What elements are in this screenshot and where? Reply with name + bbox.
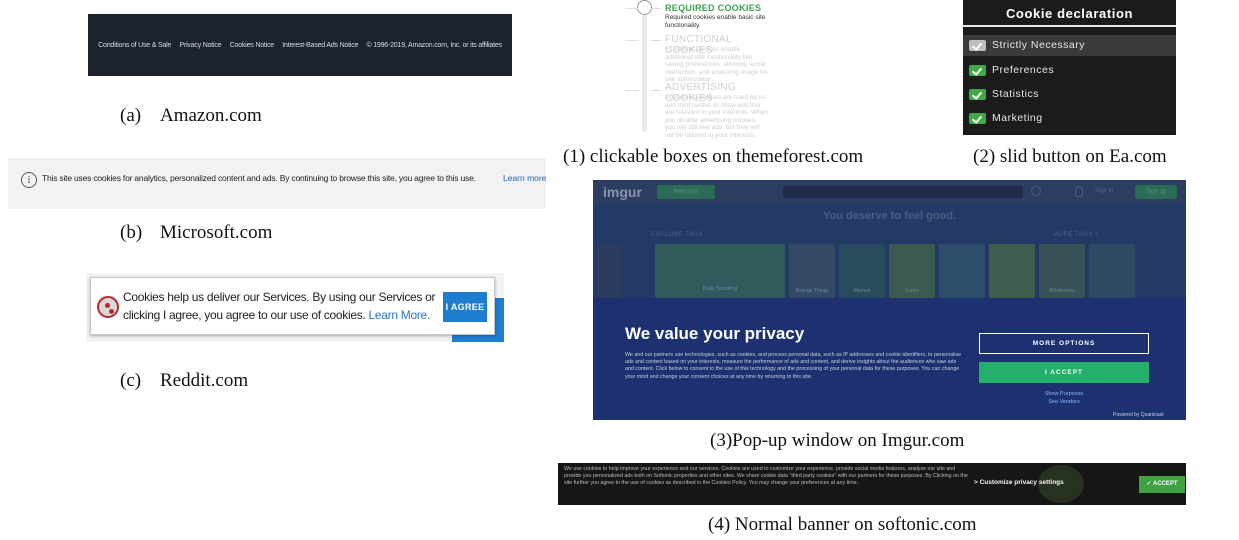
- imgur-screenshot: imgur New post Sign in Sign up You deser…: [593, 180, 1186, 420]
- imgur-sign-in-link[interactable]: Sign in: [1095, 188, 1113, 194]
- imgur-see-vendors-link[interactable]: See Vendors: [979, 399, 1149, 405]
- caption-reddit: (c) Reddit.com: [120, 370, 248, 392]
- ea-option-label: Strictly Necessary: [992, 39, 1086, 51]
- cookie-icon: [97, 296, 119, 318]
- reddit-cookie-banner: Cookies help us deliver our Services. By…: [90, 277, 495, 335]
- ea-option-preferences[interactable]: Preferences: [963, 60, 1176, 81]
- caption-microsoft: (b) Microsoft.com: [120, 222, 272, 244]
- reddit-learn-more-link[interactable]: Learn More.: [369, 308, 431, 322]
- amazon-footer-banner: Conditions of Use & Sale Privacy Notice …: [88, 14, 512, 76]
- caption-letter: (b): [120, 222, 143, 243]
- slider-tick: [625, 8, 639, 9]
- ea-option-label: Statistics: [992, 88, 1040, 100]
- advertising-cookies-body: Advertising cookies are used by us and t…: [665, 94, 768, 139]
- imgur-privacy-body: We and our partners use technologies, su…: [625, 352, 962, 380]
- themeforest-cookie-settings: REQUIRED COOKIES Required cookies enable…: [595, 0, 775, 139]
- imgur-scroll-left-icon[interactable]: [597, 244, 621, 298]
- caption-themeforest: (1) clickable boxes on themeforest.com: [563, 146, 864, 167]
- imgur-new-post-button[interactable]: New post: [657, 185, 715, 199]
- reddit-agree-button[interactable]: I AGREE: [443, 292, 487, 322]
- amazon-link-conditions[interactable]: Conditions of Use & Sale: [98, 42, 171, 49]
- imgur-more-options-button[interactable]: MORE OPTIONS: [979, 333, 1149, 354]
- imgur-tagline: You deserve to feel good.: [822, 210, 957, 222]
- microsoft-cookie-banner: i This site uses cookies for analytics, …: [8, 158, 546, 209]
- imgur-tag-tile[interactable]: Funny: [889, 244, 935, 298]
- slider-tick: [651, 40, 661, 41]
- info-icon: i: [21, 172, 37, 188]
- ea-option-label: Preferences: [992, 64, 1055, 76]
- amazon-link-cookies[interactable]: Cookies Notice: [230, 42, 274, 49]
- functional-cookies-body: Functional cookies enable additional sit…: [665, 46, 768, 83]
- checkbox-checked-icon: [969, 113, 986, 124]
- imgur-show-purposes-link[interactable]: Show Purposes: [979, 391, 1149, 397]
- imgur-tag-label: Strange Things: [795, 288, 829, 294]
- imgur-search-input[interactable]: [783, 186, 1023, 198]
- amazon-link-privacy[interactable]: Privacy Notice: [179, 42, 221, 49]
- search-icon[interactable]: [1031, 186, 1041, 196]
- imgur-tag-tile[interactable]: Memes: [839, 244, 885, 298]
- microsoft-banner-text: This site uses cookies for analytics, pe…: [42, 173, 476, 183]
- softonic-accept-button[interactable]: ✓ ACCEPT: [1139, 476, 1185, 493]
- slider-tick: [651, 90, 661, 91]
- caption-site: Microsoft.com: [160, 222, 273, 243]
- ea-option-strictly-necessary[interactable]: Strictly Necessary: [963, 35, 1176, 56]
- imgur-explore-tags-label: EXPLORE TAGS: [651, 232, 703, 238]
- imgur-logo[interactable]: imgur: [603, 184, 642, 200]
- caption-letter: (c): [120, 370, 142, 391]
- bulb-icon[interactable]: [1075, 186, 1083, 197]
- imgur-tag-tile[interactable]: Daily Scrolling: [655, 244, 785, 298]
- required-cookies-body: Required cookies enable basic site funct…: [665, 14, 766, 29]
- imgur-more-tags-link[interactable]: MORE TAGS +: [1053, 232, 1099, 238]
- imgur-tag-tile[interactable]: [989, 244, 1035, 298]
- checkbox-checked-disabled-icon: [969, 40, 986, 51]
- imgur-tag-tile[interactable]: Strange Things: [789, 244, 835, 298]
- imgur-new-post-label: New post: [673, 189, 699, 195]
- softonic-banner-text: We use cookies to help improve your expe…: [564, 466, 968, 486]
- checkbox-checked-icon: [969, 89, 986, 100]
- imgur-tag-label: Wholesome: [1048, 288, 1076, 294]
- caption-softonic: (4) Normal banner on softonic.com: [708, 514, 977, 535]
- caption-ea: (2) slid button on Ea.com: [973, 146, 1167, 167]
- caption-imgur: (3)Pop-up window on Imgur.com: [710, 430, 965, 451]
- reddit-banner-text: Cookies help us deliver our Services. By…: [123, 288, 453, 324]
- imgur-accept-button[interactable]: I ACCEPT: [979, 362, 1149, 383]
- amazon-copyright: © 1996-2019, Amazon.com, Inc. or its aff…: [366, 41, 503, 49]
- slider-tick: [625, 90, 639, 91]
- imgur-powered-by: Powered by Quantcast: [1113, 412, 1164, 418]
- required-cookies-title[interactable]: REQUIRED COOKIES: [665, 3, 761, 13]
- microsoft-learn-more-link[interactable]: Learn more: [503, 173, 546, 183]
- amazon-link-interest-ads[interactable]: Interest-Based Ads Notice: [282, 42, 358, 49]
- ea-panel-title: Cookie declaration: [963, 0, 1176, 27]
- slider-track: [642, 8, 647, 132]
- imgur-tag-tile[interactable]: [1089, 244, 1135, 298]
- ea-option-marketing[interactable]: Marketing: [963, 108, 1176, 129]
- imgur-tag-tile[interactable]: [939, 244, 985, 298]
- imgur-tag-tile[interactable]: Wholesome: [1039, 244, 1085, 298]
- ea-option-label: Marketing: [992, 112, 1043, 124]
- caption-site: Amazon.com: [160, 105, 262, 126]
- imgur-privacy-title: We value your privacy: [625, 324, 805, 343]
- imgur-sign-up-button[interactable]: Sign up: [1135, 185, 1177, 199]
- slider-tick: [651, 8, 661, 9]
- imgur-tag-label: Funny: [905, 288, 919, 294]
- caption-letter: (a): [120, 105, 142, 126]
- ea-cookie-declaration: Cookie declaration Strictly Necessary Pr…: [963, 0, 1176, 135]
- softonic-customize-settings-link[interactable]: > Customize privacy settings: [974, 479, 1064, 486]
- slider-knob[interactable]: [637, 0, 652, 15]
- imgur-sign-up-label: Sign up: [1145, 189, 1167, 195]
- softonic-cookie-banner: We use cookies to help improve your expe…: [558, 463, 1186, 505]
- caption-amazon: (a) Amazon.com: [120, 105, 262, 127]
- caption-site: Reddit.com: [160, 370, 249, 391]
- ea-option-statistics[interactable]: Statistics: [963, 84, 1176, 105]
- imgur-tag-label: Memes: [853, 288, 871, 294]
- slider-tick: [625, 40, 639, 41]
- checkbox-checked-icon: [969, 65, 986, 76]
- imgur-tag-label: Daily Scrolling: [702, 286, 738, 292]
